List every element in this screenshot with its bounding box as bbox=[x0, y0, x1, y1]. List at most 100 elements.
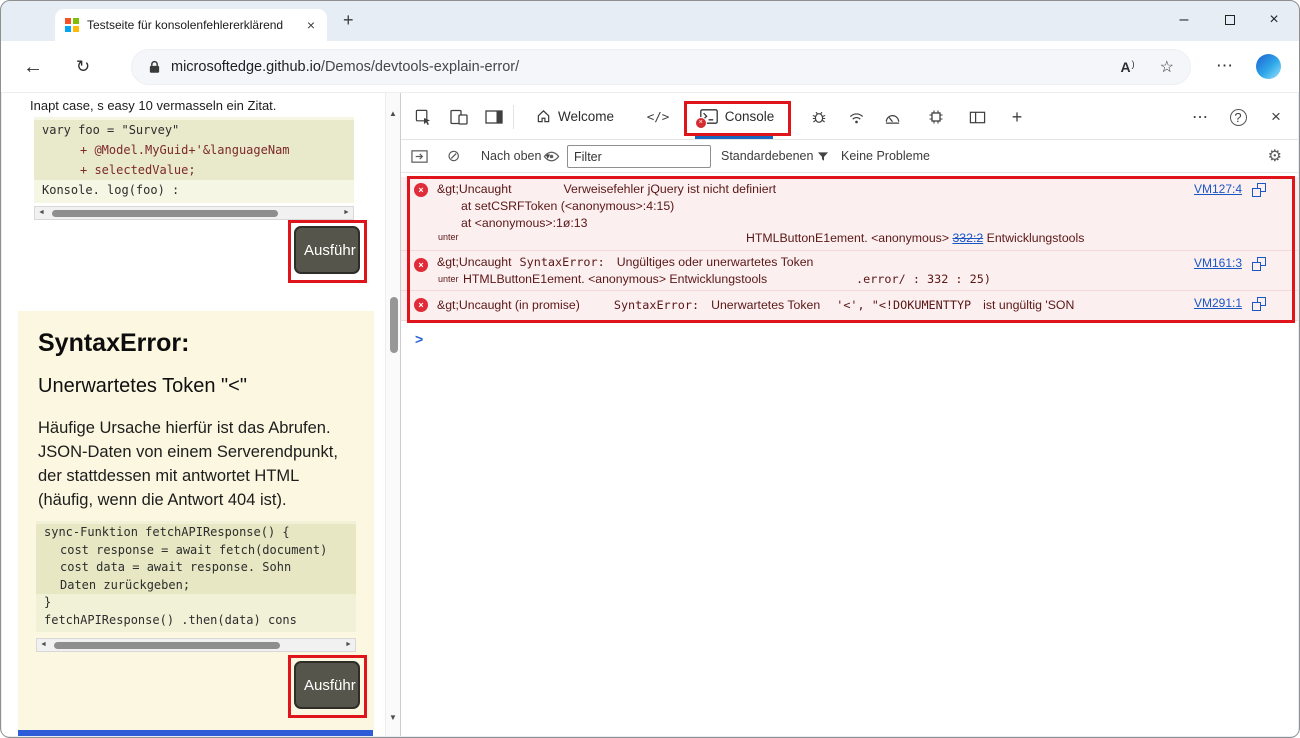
stack-label: unter bbox=[438, 274, 459, 284]
scroll-up-icon[interactable]: ▲ bbox=[386, 109, 400, 118]
vertical-scrollbar[interactable]: ▲ ▼ bbox=[385, 93, 400, 736]
error-prefix: &gt;Uncaught (in promise) bbox=[437, 298, 580, 312]
error-subtitle: Unerwartetes Token "<" bbox=[38, 375, 247, 397]
log-levels-label: Standardebenen bbox=[721, 149, 814, 163]
dock-panel-button[interactable] bbox=[480, 103, 508, 131]
eye-icon bbox=[543, 151, 560, 161]
memory-button[interactable] bbox=[922, 103, 950, 131]
copy-icon[interactable] bbox=[1252, 257, 1266, 271]
error-type: SyntaxError: bbox=[613, 298, 700, 312]
console-sidebar-button[interactable] bbox=[411, 140, 428, 172]
read-aloud-icon[interactable]: A bbox=[1121, 59, 1134, 75]
copy-icon[interactable] bbox=[1252, 297, 1266, 311]
code-line: Daten zurückgeben; bbox=[36, 576, 356, 594]
frame-context-dropdown[interactable]: Nach oben ▾ bbox=[481, 140, 550, 172]
code-block-1: vary foo = "Survey" + @Model.MyGuid+'&la… bbox=[34, 117, 354, 203]
clear-console-button[interactable]: ⊘ bbox=[447, 140, 460, 172]
console-toolbar: ⊘ Nach oben ▾ Standardebenen Keine Probl… bbox=[401, 140, 1298, 173]
copy-icon[interactable] bbox=[1252, 183, 1266, 197]
run-button-2[interactable]: Ausführ bbox=[294, 661, 360, 709]
device-emulation-button[interactable] bbox=[445, 103, 473, 131]
stack-frame-location: .error/ : 332 : 25) bbox=[856, 272, 991, 286]
tab-close-icon[interactable]: × bbox=[305, 17, 317, 33]
scroll-left-icon[interactable]: ◄ bbox=[37, 639, 50, 651]
tab-sources[interactable]: </> bbox=[635, 93, 681, 139]
browser-tab[interactable]: Testseite für konsolenfehlererklärend × bbox=[55, 9, 327, 41]
devtools-tab-bar: Welcome </> × Console + ⋯ ? × bbox=[401, 93, 1298, 140]
scroll-right-icon[interactable]: ► bbox=[342, 639, 355, 651]
url-text: microsoftedge.github.io/Demos/devtools-e… bbox=[171, 59, 1095, 75]
source-link[interactable]: VM161:3 bbox=[1194, 256, 1242, 270]
cpu-chip-icon bbox=[929, 110, 943, 124]
panel-layout-icon bbox=[485, 110, 503, 124]
source-link[interactable]: VM127:4 bbox=[1194, 182, 1242, 196]
more-tools-button[interactable]: + bbox=[1003, 103, 1031, 131]
url-domain: microsoftedge.github.io bbox=[171, 59, 321, 75]
tab-console[interactable]: × Console bbox=[685, 93, 789, 139]
error-text: Verweisefehler jQuery ist nicht definier… bbox=[563, 182, 777, 196]
console-error-message[interactable]: × &gt;Uncaught Verweisefehler jQuery ist … bbox=[401, 177, 1298, 251]
layout-button[interactable] bbox=[963, 103, 991, 131]
code-line: fetchAPIResponse() .then(data) cons bbox=[44, 612, 297, 627]
scrollbar-thumb[interactable] bbox=[52, 209, 278, 217]
issues-counter[interactable]: Keine Probleme bbox=[841, 140, 930, 172]
microsoft-favicon-icon bbox=[65, 18, 79, 32]
devtools-menu-button[interactable]: ⋯ bbox=[1186, 103, 1214, 131]
error-line: &gt;Uncaught Verweisefehler jQuery ist ni… bbox=[437, 182, 776, 196]
console-error-message[interactable]: × &gt;Uncaught SyntaxError: Ungültiges ode… bbox=[401, 251, 1298, 291]
scroll-down-icon[interactable]: ▼ bbox=[386, 713, 400, 722]
devtools-close-button[interactable]: × bbox=[1262, 103, 1290, 131]
error-explainer-card: SyntaxError: Unerwartetes Token "<" Häuf… bbox=[18, 311, 374, 731]
run-button-1[interactable]: Ausführ bbox=[294, 226, 360, 274]
new-tab-button[interactable]: + bbox=[343, 10, 354, 31]
back-button[interactable]: ← bbox=[15, 41, 51, 93]
layout-panels-icon bbox=[969, 111, 985, 123]
network-conditions-button[interactable] bbox=[842, 103, 870, 131]
funnel-icon bbox=[818, 151, 829, 161]
console-messages: × &gt;Uncaught Verweisefehler jQuery ist … bbox=[401, 177, 1298, 321]
scroll-left-icon[interactable]: ◄ bbox=[35, 207, 48, 219]
source-link[interactable]: VM291:1 bbox=[1194, 296, 1242, 310]
issues-label: Keine Probleme bbox=[841, 149, 930, 163]
devtools-help-button[interactable]: ? bbox=[1224, 103, 1252, 131]
code-line: + selectedValue; bbox=[34, 160, 354, 180]
console-filter-input[interactable] bbox=[567, 145, 711, 168]
inspect-element-button[interactable] bbox=[409, 103, 437, 131]
home-icon bbox=[537, 109, 550, 122]
scrollbar-thumb[interactable] bbox=[54, 641, 280, 649]
live-expression-button[interactable] bbox=[543, 140, 560, 172]
lock-icon bbox=[149, 60, 160, 73]
console-prompt-chevron[interactable]: > bbox=[415, 331, 423, 347]
horizontal-scrollbar[interactable]: ◄ ► bbox=[34, 206, 354, 220]
scrollbar-track[interactable] bbox=[48, 207, 340, 219]
refresh-button[interactable]: ↻ bbox=[65, 41, 101, 93]
console-error-message[interactable]: × &gt;Uncaught (in promise) SyntaxError: U… bbox=[401, 291, 1298, 321]
scrollbar-thumb[interactable] bbox=[389, 297, 398, 353]
url-field[interactable]: microsoftedge.github.io/Demos/devtools-e… bbox=[131, 49, 1191, 85]
browser-window: Testseite für konsolenfehlererklärend × … bbox=[0, 0, 1300, 738]
bug-icon bbox=[812, 111, 826, 123]
code-line: cost data = await response. Sohn bbox=[36, 559, 356, 577]
issues-button[interactable] bbox=[805, 103, 833, 131]
scrollbar-track[interactable] bbox=[50, 639, 342, 651]
scroll-right-icon[interactable]: ► bbox=[340, 207, 353, 219]
address-bar: ← ↻ microsoftedge.github.io/Demos/devtoo… bbox=[1, 41, 1299, 93]
console-icon: × bbox=[694, 108, 718, 129]
tab-welcome[interactable]: Welcome bbox=[521, 93, 629, 139]
source-location-link[interactable]: 332:2 bbox=[952, 231, 983, 245]
stack-label: unter bbox=[438, 232, 459, 242]
copilot-icon[interactable] bbox=[1256, 54, 1281, 79]
window-maximize-button[interactable] bbox=[1207, 1, 1253, 39]
horizontal-scrollbar[interactable]: ◄ ► bbox=[36, 638, 356, 652]
console-settings-button[interactable]: ⚙ bbox=[1268, 140, 1282, 172]
performance-button[interactable] bbox=[878, 103, 906, 131]
browser-menu-icon[interactable]: ⋯ bbox=[1216, 56, 1233, 76]
window-close-button[interactable]: × bbox=[1251, 1, 1297, 39]
favorites-star-icon[interactable]: ☆ bbox=[1160, 57, 1174, 77]
window-minimize-button[interactable]: – bbox=[1161, 1, 1207, 39]
stack-frame: HTMLButtonE1ement. <anonymous> 332:2 Ent… bbox=[746, 231, 1084, 245]
log-levels-dropdown[interactable]: Standardebenen bbox=[721, 140, 829, 172]
error-icon: × bbox=[414, 298, 428, 312]
dock-frame-icon bbox=[411, 149, 428, 163]
console-error-badge: × bbox=[694, 116, 707, 129]
